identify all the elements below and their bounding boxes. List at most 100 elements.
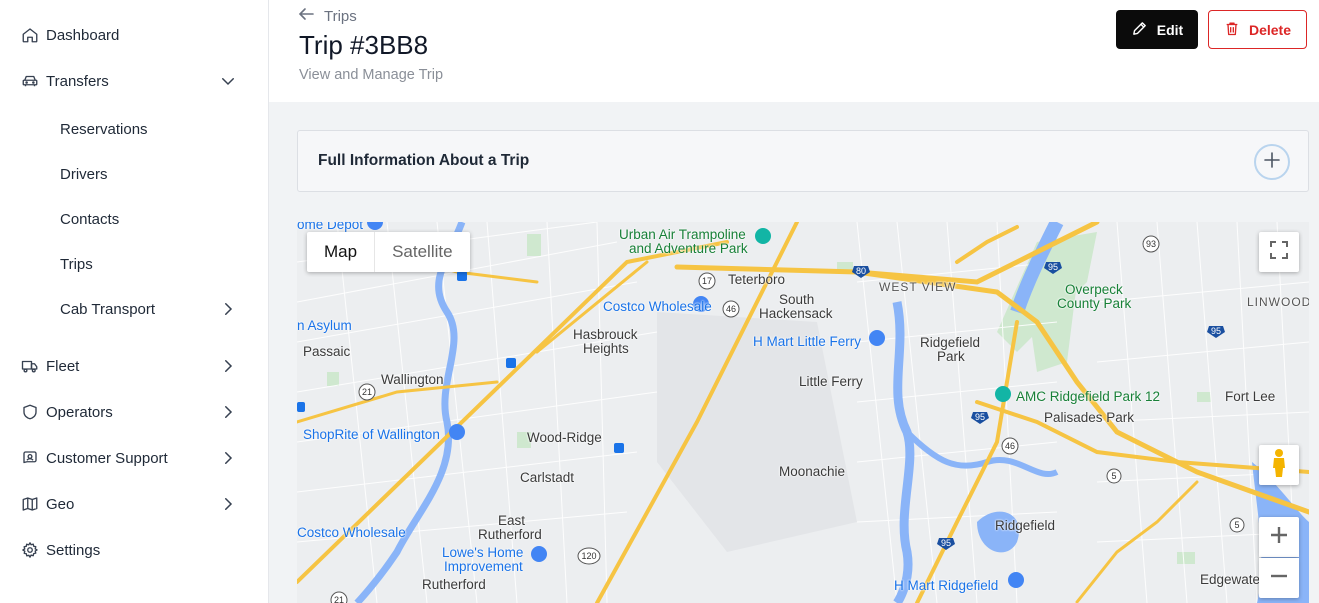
sidebar-item-operators[interactable]: Operators	[0, 392, 268, 432]
map-type-satellite-button[interactable]: Satellite	[374, 232, 469, 272]
trash-icon	[1224, 20, 1240, 40]
pencil-icon	[1131, 20, 1148, 40]
map-place-east-rutherford: East	[498, 513, 526, 528]
sidebar-subitem-label: Reservations	[60, 120, 148, 138]
edit-label: Edit	[1156, 21, 1184, 38]
shield-icon	[20, 402, 40, 422]
map-poi-hmart-2[interactable]: H Mart Ridgefield	[894, 578, 998, 593]
route-21-label: 21	[334, 595, 344, 603]
route-5-label: 5	[1234, 520, 1239, 530]
sidebar-item-label: Customer Support	[46, 449, 168, 467]
map-type-map-button[interactable]: Map	[307, 232, 374, 272]
map-poi-shoprite[interactable]: ShopRite of Wallington	[303, 427, 440, 442]
map-poi-amc[interactable]: AMC Ridgefield Park 12	[1016, 389, 1160, 404]
map-place-hasbrouck: Hasbrouck	[573, 327, 638, 342]
map-place-linwood: LINWOOD	[1247, 295, 1309, 309]
route-46-label: 46	[726, 304, 736, 314]
map-place-passaic: Passaic	[303, 344, 351, 359]
map-place-south-hackensack: South	[779, 292, 815, 307]
map-poi-urban-air[interactable]: Urban Air Trampoline	[619, 227, 746, 242]
sidebar-item-transfers[interactable]: Transfers	[0, 61, 268, 101]
zoom-out-button[interactable]	[1259, 558, 1299, 598]
home-icon	[20, 25, 40, 45]
sidebar-subitem-cab-transport[interactable]: Cab Transport	[0, 291, 268, 327]
route-95-label: 95	[1211, 326, 1221, 336]
car-icon	[20, 71, 40, 91]
map-poi-costco-2[interactable]: Costco Wholesale	[297, 525, 406, 540]
sidebar-subitem-label: Trips	[60, 255, 93, 273]
sidebar-item-geo[interactable]: Geo	[0, 484, 268, 524]
map-poi-lowes-2[interactable]: Improvement	[444, 559, 523, 574]
arrow-left-icon	[298, 7, 314, 25]
sidebar-item-fleet[interactable]: Fleet	[0, 346, 268, 386]
sidebar-item-settings[interactable]: Settings	[0, 530, 268, 570]
map-place-south-hackensack-2: Hackensack	[759, 306, 833, 321]
map-poi-asylum[interactable]: n Asylum	[297, 318, 352, 333]
page-subtitle: View and Manage Trip	[299, 67, 444, 83]
map-view[interactable]: 80 95 95 95 95 46 46 17 21 21 120 93 5 5…	[297, 222, 1309, 603]
sidebar-item-label: Operators	[46, 403, 113, 421]
map-place-fort-lee: Fort Lee	[1225, 389, 1276, 404]
sidebar-item-label: Fleet	[46, 357, 80, 375]
page-title: Trip #3BB8	[299, 30, 429, 60]
sidebar-item-label: Transfers	[46, 72, 109, 90]
page-header: Trips Trip #3BB8 View and Manage Trip Ed…	[269, 0, 1319, 102]
map-poi-urban-air-2[interactable]: and Adventure Park	[629, 241, 748, 256]
breadcrumb-label: Trips	[324, 7, 357, 25]
sidebar-subitem-reservations[interactable]: Reservations	[0, 111, 268, 147]
map-place-rutherford: Rutherford	[422, 577, 486, 592]
sidebar-subitem-label: Contacts	[60, 210, 120, 228]
route-95-label: 95	[941, 538, 951, 548]
expand-button[interactable]	[1254, 144, 1290, 180]
map-place-ridgefield: Ridgefield	[995, 518, 1056, 533]
info-panel-title: Full Information About a Trip	[318, 152, 530, 169]
map-poi-home-depot[interactable]: ome Depot	[297, 222, 363, 232]
route-5-label: 5	[1111, 471, 1116, 481]
map-place-moonachie: Moonachie	[779, 464, 846, 479]
plus-icon	[1270, 526, 1288, 549]
map-place-ridgefield-park-2: Park	[937, 349, 965, 364]
support-icon	[20, 448, 40, 468]
plus-icon	[1263, 151, 1281, 174]
chevron-right-icon	[218, 402, 238, 422]
route-95-label: 95	[975, 412, 985, 422]
map-poi-overpeck[interactable]: Overpeck	[1065, 282, 1123, 297]
sidebar-subitem-trips[interactable]: Trips	[0, 246, 268, 282]
minus-icon	[1270, 567, 1288, 590]
chevron-right-icon	[218, 299, 238, 319]
breadcrumb[interactable]: Trips	[298, 7, 357, 25]
route-80-label: 80	[856, 266, 866, 276]
sidebar-item-label: Dashboard	[46, 26, 120, 44]
map-poi-costco-1[interactable]: Costco Wholesale	[603, 299, 712, 314]
map-icon	[20, 494, 40, 514]
sidebar-item-customer-support[interactable]: Customer Support	[0, 438, 268, 478]
sidebar-subitem-contacts[interactable]: Contacts	[0, 201, 268, 237]
pegman-icon	[1270, 448, 1288, 483]
gear-icon	[20, 540, 40, 560]
map-poi-hmart-1[interactable]: H Mart Little Ferry	[753, 334, 861, 349]
zoom-in-button[interactable]	[1259, 517, 1299, 557]
chevron-right-icon	[218, 494, 238, 514]
map-place-edgewater: Edgewater	[1200, 572, 1265, 587]
sidebar-item-label: Settings	[46, 541, 101, 559]
sidebar-item-dashboard[interactable]: Dashboard	[0, 15, 268, 55]
map-place-ridgefield-park: Ridgefield	[920, 335, 981, 350]
fullscreen-button[interactable]	[1259, 232, 1299, 272]
sidebar-subitem-drivers[interactable]: Drivers	[0, 156, 268, 192]
map-place-little-ferry: Little Ferry	[799, 374, 863, 389]
sidebar-subitem-label: Cab Transport	[60, 300, 156, 318]
edit-button[interactable]: Edit	[1116, 10, 1198, 49]
delete-label: Delete	[1248, 21, 1292, 38]
map-place-wood-ridge: Wood-Ridge	[527, 430, 602, 445]
route-17-label: 17	[702, 276, 712, 286]
chevron-right-icon	[218, 356, 238, 376]
map-place-east-rutherford-2: Rutherford	[478, 527, 542, 542]
map-place-palisades-park: Palisades Park	[1044, 410, 1135, 425]
street-view-pegman[interactable]	[1259, 445, 1299, 485]
map-place-west-view: WEST VIEW	[879, 280, 957, 294]
sidebar: Dashboard Transfers Reservations Drivers…	[0, 0, 269, 603]
map-poi-overpeck-2[interactable]: County Park	[1057, 296, 1131, 311]
delete-button[interactable]: Delete	[1208, 10, 1307, 49]
map-poi-lowes[interactable]: Lowe's Home	[442, 545, 523, 560]
sidebar-item-label: Geo	[46, 495, 75, 513]
